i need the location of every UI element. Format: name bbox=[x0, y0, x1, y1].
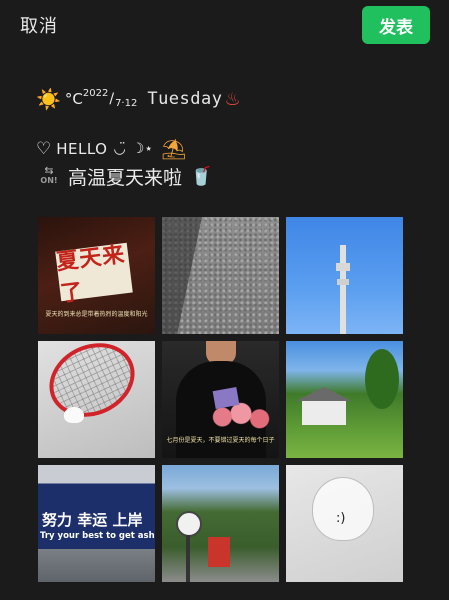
sun-icon: ☀️ bbox=[36, 87, 61, 111]
photo-tile-glass-face[interactable]: :) bbox=[286, 465, 403, 582]
year-text: 2022 bbox=[82, 87, 109, 99]
house bbox=[296, 387, 352, 425]
date-text: 7·12 bbox=[115, 97, 138, 109]
tree bbox=[365, 349, 399, 409]
caption-line-summer: ⇆ ON! 高温夏天来啦 🥤 bbox=[36, 162, 416, 190]
arrows-icon: ⇆ ON! bbox=[36, 165, 62, 186]
hot-spring-icon: ♨ bbox=[224, 88, 241, 110]
weekday-text: Tuesday bbox=[147, 89, 223, 109]
caption-line-hello: ♡ HELLO ◡̈ ☽⋆ ⛱ bbox=[36, 136, 416, 162]
glass-bowl bbox=[312, 477, 374, 541]
on-label: ON! bbox=[40, 176, 58, 185]
summer-text: 高温夏天来啦 bbox=[68, 166, 183, 189]
signal-tower bbox=[336, 245, 350, 334]
post-caption[interactable]: ☀️ °C 2022 / 7·12 Tuesday ♨ ♡ HELLO ◡̈ ☽… bbox=[36, 82, 416, 190]
photo-tile-badminton[interactable] bbox=[38, 341, 155, 458]
beach-umbrella-icon: ⛱ bbox=[161, 137, 187, 161]
temperature-unit: °C bbox=[64, 90, 83, 108]
hello-text: HELLO bbox=[56, 140, 108, 158]
slash-text: / bbox=[109, 91, 115, 107]
photo-tile-sky-tower[interactable] bbox=[286, 217, 403, 334]
photo-tile-tram-street[interactable] bbox=[162, 465, 279, 582]
drink-cup-icon: 🥤 bbox=[190, 165, 213, 187]
top-bar: 取消 发表 bbox=[0, 0, 449, 52]
heart-icon: ♡ bbox=[36, 139, 52, 159]
photo-caption: 七月份是夏天，不要错过夏天的每个日子 bbox=[166, 437, 275, 444]
tram bbox=[208, 537, 230, 567]
smiley-face: :) bbox=[336, 511, 346, 526]
cancel-button[interactable]: 取消 bbox=[20, 12, 58, 38]
sign-english-text: Try your best to get ashore bbox=[40, 531, 155, 541]
shuttlecock bbox=[64, 407, 84, 423]
moon-icon: ☽⋆ bbox=[131, 141, 154, 157]
photo-tile-station-sign[interactable]: 努力 幸运 上岸 Try your best to get ashore bbox=[38, 465, 155, 582]
photo-tile-asphalt[interactable] bbox=[162, 217, 279, 334]
racket bbox=[38, 341, 147, 431]
photo-grid: 夏天来了 夏天的到来总是带着热烈的温度和阳光 七月份是夏天，不要错过夏天的每个日… bbox=[38, 217, 403, 582]
shadow-area bbox=[162, 217, 202, 334]
smile-icon: ◡̈ bbox=[113, 141, 126, 157]
publish-button[interactable]: 发表 bbox=[362, 6, 430, 44]
clock-pole bbox=[186, 535, 190, 582]
summer-sign: 夏天来了 bbox=[55, 242, 133, 307]
caption-line-date: ☀️ °C 2022 / 7·12 Tuesday ♨ bbox=[36, 82, 416, 116]
photo-tile-summer-sign[interactable]: 夏天来了 夏天的到来总是带着热烈的温度和阳光 bbox=[38, 217, 155, 334]
sign-chinese-text: 努力 幸运 上岸 bbox=[42, 511, 143, 529]
photo-tile-flowers[interactable]: 七月份是夏天，不要错过夏天的每个日子 bbox=[162, 341, 279, 458]
photo-tile-countryside-house[interactable] bbox=[286, 341, 403, 458]
photo-caption: 夏天的到来总是带着热烈的温度和阳光 bbox=[45, 311, 148, 318]
street-clock bbox=[176, 511, 202, 537]
